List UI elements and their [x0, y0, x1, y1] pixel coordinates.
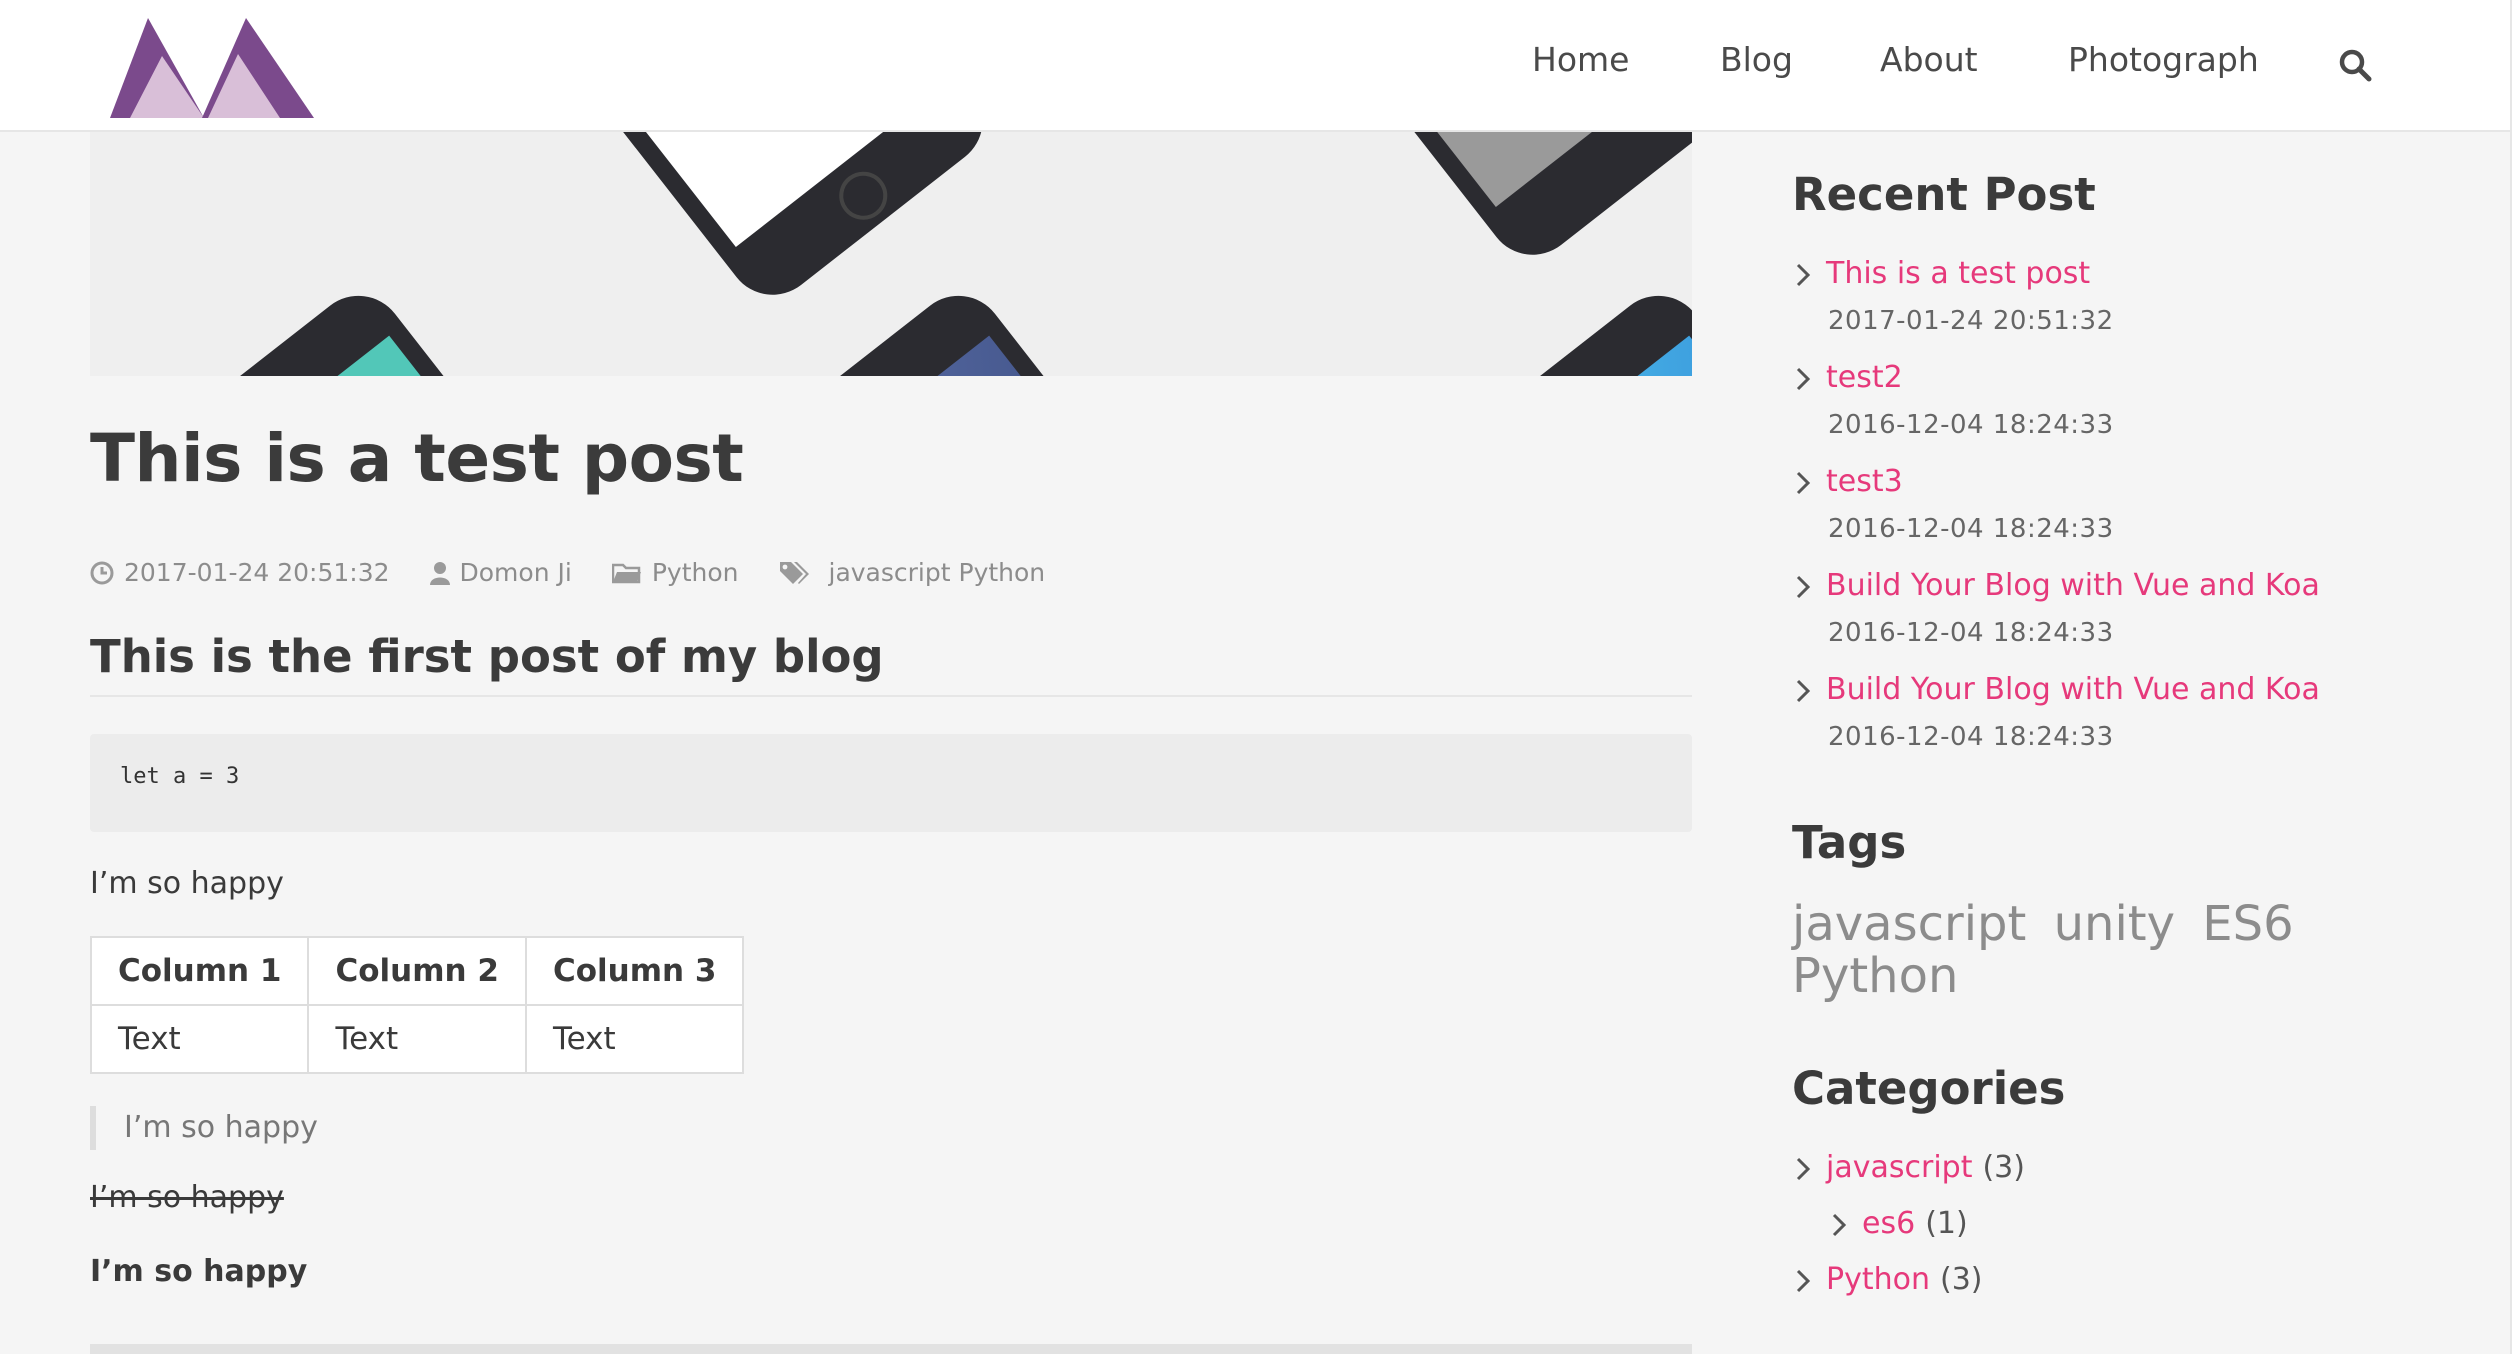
meta-tags: javascript Python: [779, 558, 1046, 587]
category-count: (3): [1940, 1262, 1983, 1297]
tag-cloud: javascript unity ES6 Python: [1792, 898, 2312, 1002]
tags-icon: [779, 561, 809, 584]
search-icon[interactable]: [2338, 48, 2372, 82]
table-cell: Text: [89, 1004, 310, 1074]
post-cover-image: [90, 132, 1692, 376]
strikethrough-text: I’m so happy: [90, 1180, 284, 1215]
categories-heading: Categories: [1792, 1062, 2066, 1115]
top-navbar: Home Blog About Photograph: [0, 0, 2510, 132]
recent-post-link[interactable]: Build Your Blog with Vue and Koa: [1826, 672, 2320, 707]
table-header-row: Column 1 Column 2 Column 3: [89, 936, 745, 1006]
meta-date: 2017-01-24 20:51:32: [90, 558, 390, 587]
post-heading: This is the first post of my blog: [90, 630, 1692, 697]
code-block: let a = 3: [90, 734, 1692, 832]
recent-post-date: 2017-01-24 20:51:32: [1828, 306, 2114, 336]
category-link[interactable]: javascript: [1826, 1150, 1972, 1185]
recent-post-item: Build Your Blog with Vue and Koa: [1792, 568, 2320, 603]
category-count: (1): [1925, 1206, 1968, 1241]
post-date: 2017-01-24 20:51:32: [124, 558, 390, 587]
clock-icon: [90, 561, 114, 584]
paragraph: I’m so happy: [90, 866, 284, 901]
tag-link[interactable]: Python: [1792, 948, 1958, 1004]
recent-post-date: 2016-12-04 18:24:33: [1828, 722, 2114, 752]
recent-post-link[interactable]: test3: [1826, 464, 1903, 499]
chevron-right-icon: [1796, 263, 1811, 287]
phones-illustration: [90, 132, 1692, 376]
nav-about[interactable]: About: [1880, 40, 1978, 79]
recent-post-date: 2016-12-04 18:24:33: [1828, 618, 2114, 648]
recent-post-item: This is a test post: [1792, 256, 2090, 291]
recent-post-link[interactable]: test2: [1826, 360, 1903, 395]
bold-text: I’m so happy: [90, 1254, 308, 1289]
table-header-cell: Column 3: [524, 936, 745, 1006]
nav-home[interactable]: Home: [1532, 40, 1629, 79]
chevron-right-icon: [1832, 1213, 1847, 1237]
chevron-right-icon: [1796, 1157, 1811, 1181]
folder-icon: [611, 563, 641, 583]
table-header-cell: Column 1: [89, 936, 310, 1006]
tag-link[interactable]: unity: [2054, 896, 2175, 952]
page-edge: [2510, 0, 2518, 1354]
post-title: This is a test post: [90, 420, 744, 497]
chevron-right-icon: [1796, 679, 1811, 703]
meta-author: Domon Ji: [429, 558, 572, 587]
chevron-right-icon: [1796, 1269, 1811, 1293]
category-item: javascript (3): [1792, 1150, 2025, 1185]
table-row: Text Text Text: [89, 1004, 745, 1074]
table-cell: Text: [307, 1004, 527, 1074]
category-item: Python (3): [1792, 1262, 1983, 1297]
recent-post-item: test3: [1792, 464, 1903, 499]
markdown-table: Column 1 Column 2 Column 3 Text Text Tex…: [89, 936, 745, 1074]
category-link[interactable]: Python: [1826, 1262, 1930, 1297]
user-icon: [429, 561, 450, 585]
table-header-cell: Column 2: [307, 936, 527, 1006]
content-divider: [90, 1344, 1692, 1354]
nav-blog[interactable]: Blog: [1720, 40, 1793, 79]
chevron-right-icon: [1796, 471, 1811, 495]
recent-post-item: test2: [1792, 360, 1903, 395]
tag-link[interactable]: ES6: [2202, 896, 2293, 952]
tags-heading: Tags: [1792, 816, 1907, 869]
post-meta: 2017-01-24 20:51:32 Domon Ji Python java…: [90, 558, 1085, 587]
tag-link[interactable]: javascript: [1792, 896, 2026, 952]
chevron-right-icon: [1796, 575, 1811, 599]
category-link[interactable]: es6: [1862, 1206, 1915, 1241]
blockquote: I’m so happy: [90, 1106, 318, 1150]
recent-post-link[interactable]: This is a test post: [1826, 256, 2090, 291]
table-cell: Text: [524, 1004, 745, 1074]
category-count: (3): [1982, 1150, 2025, 1185]
nav-photograph[interactable]: Photograph: [2068, 40, 2259, 79]
recent-post-date: 2016-12-04 18:24:33: [1828, 410, 2114, 440]
category-item: es6 (1): [1828, 1206, 1968, 1241]
site-logo[interactable]: [110, 14, 314, 118]
post-author[interactable]: Domon Ji: [460, 558, 572, 587]
recent-post-date: 2016-12-04 18:24:33: [1828, 514, 2114, 544]
chevron-right-icon: [1796, 367, 1811, 391]
recent-post-item: Build Your Blog with Vue and Koa: [1792, 672, 2320, 707]
meta-category: Python: [611, 558, 739, 587]
post-tags[interactable]: javascript Python: [829, 558, 1046, 587]
post-category[interactable]: Python: [652, 558, 739, 587]
recent-post-link[interactable]: Build Your Blog with Vue and Koa: [1826, 568, 2320, 603]
recent-posts-heading: Recent Post: [1792, 168, 2096, 221]
